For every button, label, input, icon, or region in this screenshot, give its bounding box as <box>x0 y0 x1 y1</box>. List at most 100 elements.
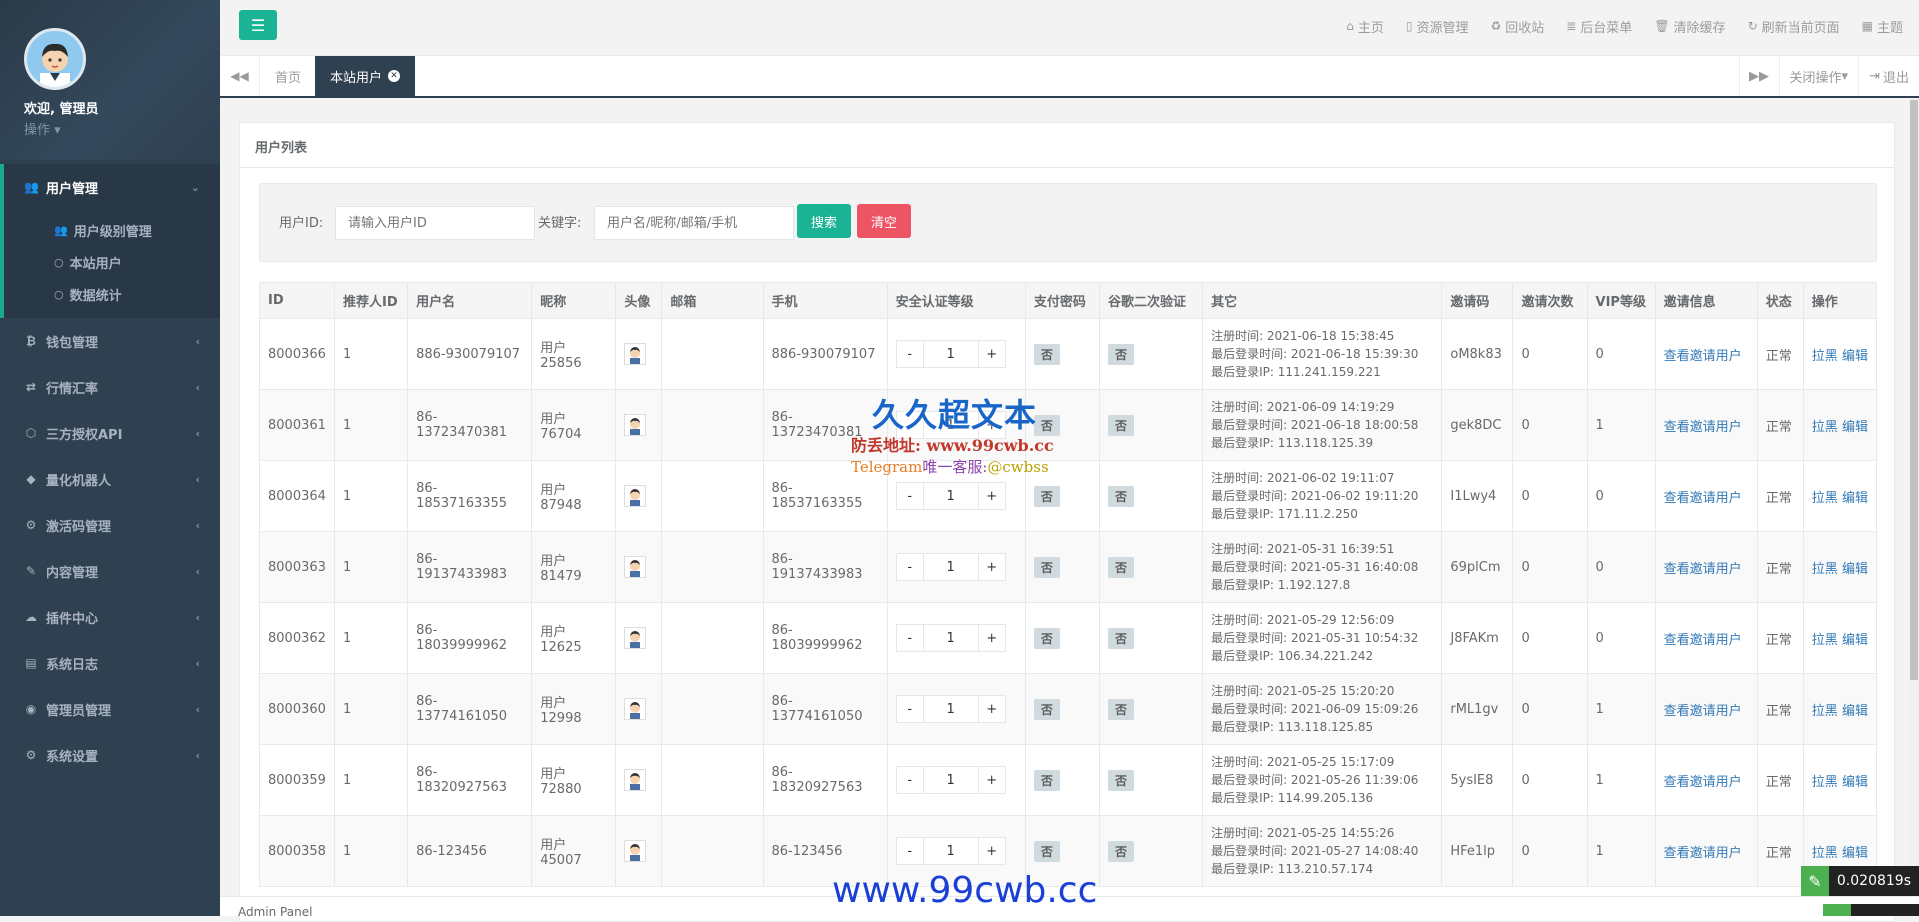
sidebar-item-10[interactable]: ⚙ 系统设置 ‹ <box>0 732 220 778</box>
view-invites-link[interactable]: 查看邀请用户 <box>1664 633 1742 648</box>
sidebar-subitem-1[interactable]: ○ 本站用户 <box>4 246 220 278</box>
user-id-input[interactable] <box>335 206 535 240</box>
security-level-stepper[interactable]: -1 + <box>895 340 1006 368</box>
top-link-0[interactable]: ⌂ 主页 <box>1346 17 1384 36</box>
decrement-button[interactable]: - <box>897 341 923 367</box>
blacklist-link[interactable]: 拉黑 <box>1812 633 1838 648</box>
increment-button[interactable]: + <box>979 696 1005 722</box>
security-level-stepper[interactable]: -1 + <box>895 837 1006 865</box>
sidebar-item-0[interactable]: 👥 用户管理 ⌄ <box>0 164 220 210</box>
username: 86-123456 <box>416 843 487 859</box>
decrement-button[interactable]: - <box>897 483 923 509</box>
sidebar-item-8[interactable]: ▤ 系统日志 ‹ <box>0 640 220 686</box>
scrollbar-thumb[interactable] <box>1910 100 1918 680</box>
sidebar-item-1[interactable]: ₿ 钱包管理 ‹ <box>0 318 220 364</box>
menu-toggle-button[interactable]: ☰ <box>239 10 277 40</box>
edit-link[interactable]: 编辑 <box>1842 846 1868 861</box>
decrement-button[interactable]: - <box>897 696 923 722</box>
sidebar-subitem-label: 本站用户 <box>69 256 122 272</box>
level-value[interactable]: 1 <box>922 838 979 864</box>
view-invites-link[interactable]: 查看邀请用户 <box>1664 420 1742 435</box>
view-invites-link[interactable]: 查看邀请用户 <box>1664 775 1742 790</box>
sidebar-item-6[interactable]: ✎ 内容管理 ‹ <box>0 548 220 594</box>
cell-ref: 1 <box>333 673 409 745</box>
status-text: 正常 <box>1765 419 1792 435</box>
security-level-stepper[interactable]: -1 + <box>895 624 1006 652</box>
top-link-6[interactable]: ▦ 主题 <box>1862 17 1903 36</box>
top-link-5[interactable]: ↻ 刷新当前页面 <box>1748 17 1840 36</box>
users-icon: 👥 <box>54 223 68 237</box>
level-value[interactable]: 1 <box>922 767 979 793</box>
increment-button[interactable]: + <box>979 483 1005 509</box>
blacklist-link[interactable]: 拉黑 <box>1812 846 1838 861</box>
cell-email <box>661 673 764 745</box>
top-link-3[interactable]: ≣ 后台菜单 <box>1566 17 1632 36</box>
cell-other: 注册时间: 2021-05-29 12:56:09 最后登录时间: 2021-05… <box>1202 602 1443 674</box>
level-value[interactable]: 1 <box>922 554 979 580</box>
view-invites-link[interactable]: 查看邀请用户 <box>1664 491 1742 506</box>
tab-home[interactable]: 首页 <box>260 56 316 96</box>
sidebar-item-9[interactable]: ◉ 管理员管理 ‹ <box>0 686 220 732</box>
decrement-button[interactable]: - <box>897 838 923 864</box>
decrement-button[interactable]: - <box>897 625 923 651</box>
blacklist-link[interactable]: 拉黑 <box>1812 562 1838 577</box>
view-invites-link[interactable]: 查看邀请用户 <box>1664 562 1742 577</box>
top-link-1[interactable]: ▯ 资源管理 <box>1406 17 1469 36</box>
security-level-stepper[interactable]: -1 + <box>895 695 1006 723</box>
close-tab-icon[interactable]: ✕ <box>388 70 401 82</box>
tab-scroll-right-button[interactable]: ▶▶ <box>1738 56 1779 96</box>
tab-scroll-left-button[interactable]: ◀◀ <box>220 56 260 96</box>
blacklist-link[interactable]: 拉黑 <box>1812 491 1838 506</box>
phone: 86-18537163355 <box>771 481 863 511</box>
clear-button[interactable]: 清空 <box>857 204 911 238</box>
sidebar-subitem-0[interactable]: 👥 用户级别管理 <box>4 214 220 246</box>
edit-link[interactable]: 编辑 <box>1842 491 1868 506</box>
sign-out-icon: ⇥ <box>1869 68 1880 84</box>
sidebar-item-2[interactable]: ⇄ 行情汇率 ‹ <box>0 364 220 410</box>
decrement-button[interactable]: - <box>897 554 923 580</box>
edit-link[interactable]: 编辑 <box>1842 633 1868 648</box>
increment-button[interactable]: + <box>979 341 1005 367</box>
level-value[interactable]: 1 <box>922 341 979 367</box>
top-link-4[interactable]: 🗑 清除缓存 <box>1654 17 1725 36</box>
admin-avatar[interactable] <box>24 28 86 90</box>
edit-link[interactable]: 编辑 <box>1842 562 1868 577</box>
operations-dropdown[interactable]: 操作 ▾ <box>24 119 220 138</box>
increment-button[interactable]: + <box>979 554 1005 580</box>
edit-link[interactable]: 编辑 <box>1842 775 1868 790</box>
sidebar-item-3[interactable]: ⬡ 三方授权API ‹ <box>0 410 220 456</box>
increment-button[interactable]: + <box>979 767 1005 793</box>
blacklist-link[interactable]: 拉黑 <box>1812 775 1838 790</box>
blacklist-link[interactable]: 拉黑 <box>1812 349 1838 364</box>
security-level-stepper[interactable]: -1 + <box>895 553 1006 581</box>
level-value[interactable]: 1 <box>922 625 979 651</box>
sidebar-subitem-2[interactable]: ○ 数据统计 <box>4 278 220 310</box>
view-invites-link[interactable]: 查看邀请用户 <box>1664 704 1742 719</box>
edit-link[interactable]: 编辑 <box>1842 349 1868 364</box>
decrement-button[interactable]: - <box>897 767 923 793</box>
logout-button[interactable]: ⇥ 退出 <box>1858 56 1919 96</box>
increment-button[interactable]: + <box>979 838 1005 864</box>
sidebar-item-7[interactable]: ☁ 插件中心 ‹ <box>0 594 220 640</box>
top-link-label: 主题 <box>1876 20 1903 36</box>
security-level-stepper[interactable]: -1 + <box>895 766 1006 794</box>
table-row: 8000360 1 86-13774161050 用户12998 86-13774161… <box>259 673 1878 745</box>
close-ops-dropdown[interactable]: 关闭操作 ▾ <box>1778 56 1859 96</box>
security-level-stepper[interactable]: -1 + <box>895 482 1006 510</box>
blacklist-link[interactable]: 拉黑 <box>1812 704 1838 719</box>
sidebar-item-5[interactable]: ⚙ 激活码管理 ‹ <box>0 502 220 548</box>
edit-link[interactable]: 编辑 <box>1842 420 1868 435</box>
page-scrollbar[interactable] <box>1909 98 1919 896</box>
view-invites-link[interactable]: 查看邀请用户 <box>1664 846 1742 861</box>
level-value[interactable]: 1 <box>922 483 979 509</box>
blacklist-link[interactable]: 拉黑 <box>1812 420 1838 435</box>
keyword-input[interactable] <box>594 206 794 240</box>
level-value[interactable]: 1 <box>922 696 979 722</box>
view-invites-link[interactable]: 查看邀请用户 <box>1664 349 1742 364</box>
top-link-2[interactable]: ♻ 回收站 <box>1490 17 1544 36</box>
tab-current[interactable]: 本站用户 ✕ <box>315 56 416 96</box>
increment-button[interactable]: + <box>979 625 1005 651</box>
edit-link[interactable]: 编辑 <box>1842 704 1868 719</box>
sidebar-item-4[interactable]: ◆ 量化机器人 ‹ <box>0 456 220 502</box>
search-button[interactable]: 搜索 <box>797 204 851 238</box>
